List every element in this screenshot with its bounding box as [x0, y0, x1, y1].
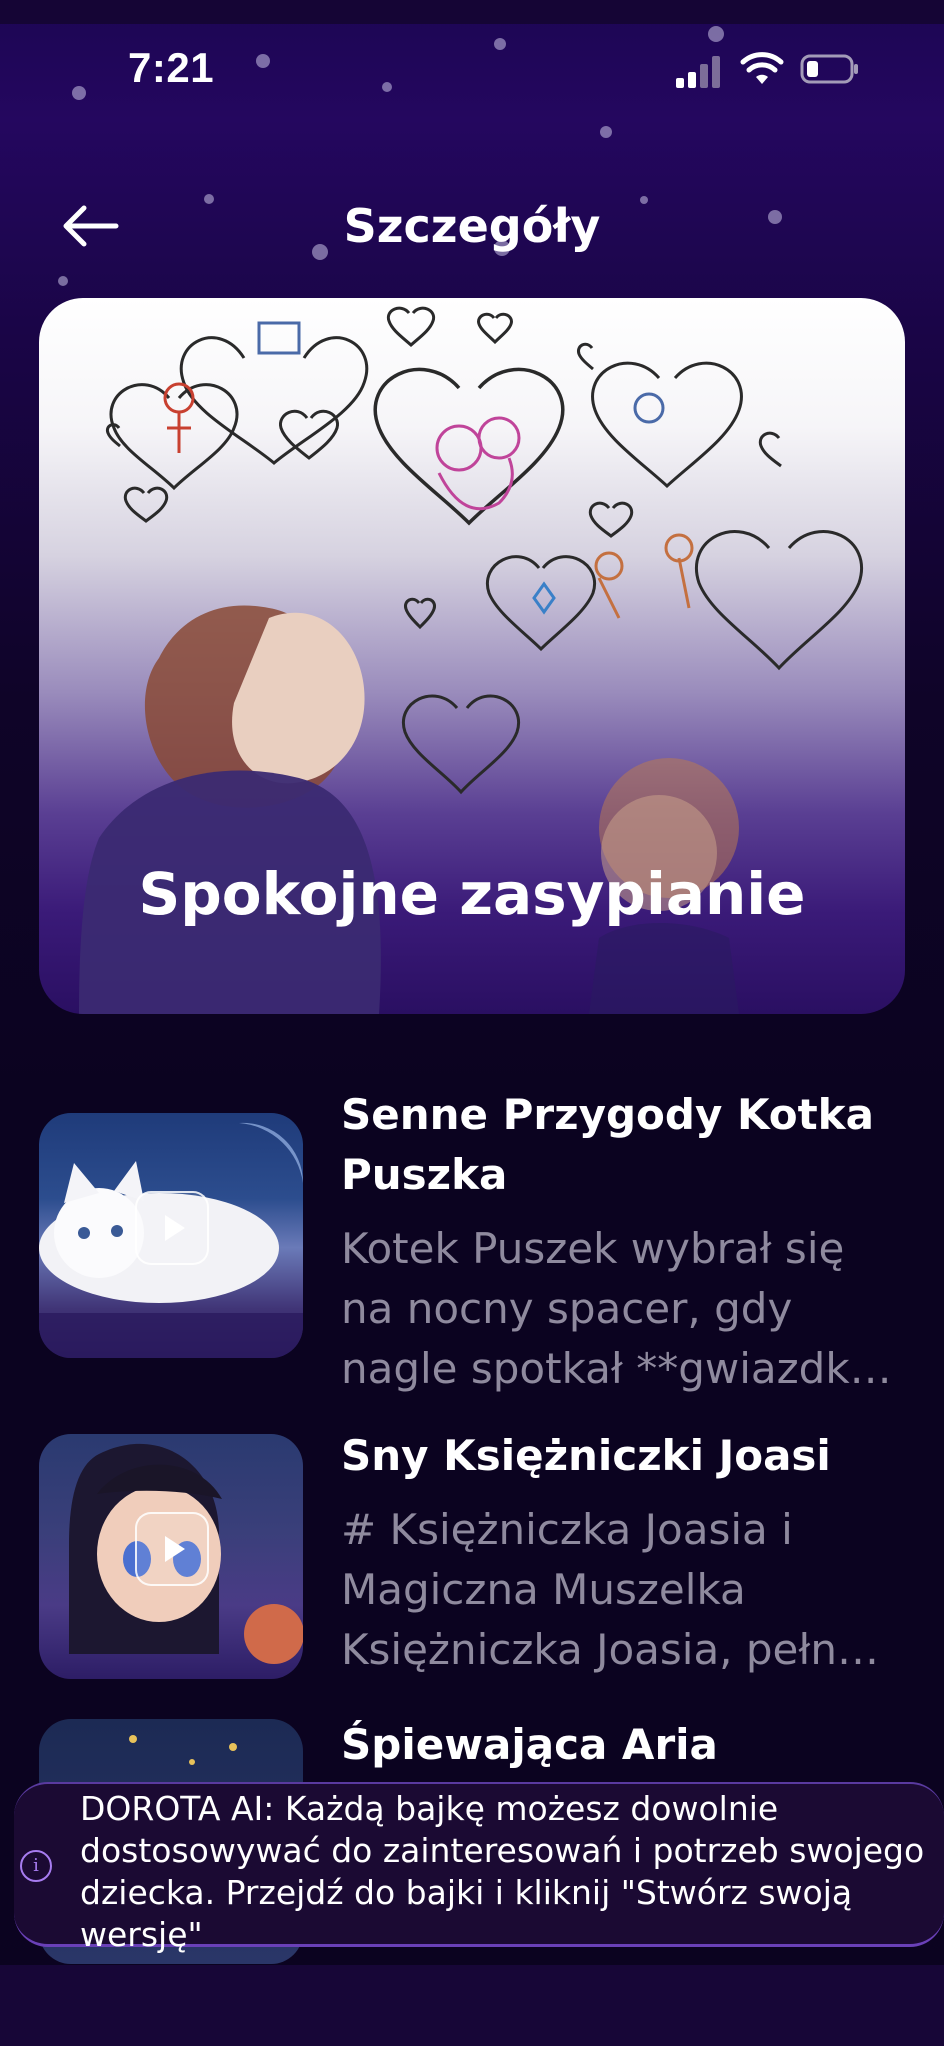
battery-icon — [800, 54, 858, 84]
story-description-text: # Księżniczka Joasia i Magiczna Muszelka… — [341, 1505, 879, 1674]
bottom-strip — [0, 1965, 944, 2046]
story-title: Śpiewająca Aria — [341, 1720, 718, 1769]
sparkle — [229, 1743, 237, 1751]
story-title: Sny Księżniczki Joasi — [341, 1431, 831, 1480]
star — [600, 126, 612, 138]
screen: 7:21 Szczegóły Spokojne zasypianie Senne… — [0, 0, 944, 2046]
story-description-text: Kotek Puszek wybrał się na nocny spacer,… — [341, 1224, 892, 1393]
hero-card: Spokojne zasypianie — [39, 298, 905, 1014]
story-thumbnail — [39, 1434, 303, 1679]
top-strip — [0, 0, 944, 24]
star — [58, 276, 68, 286]
story-title: Senne Przygody Kotka Puszka — [341, 1090, 874, 1199]
cellular-signal-icon — [676, 56, 724, 88]
story-item[interactable]: Sny Księżniczki Joasi # Księżniczka Joas… — [39, 1426, 905, 1716]
page-title: Szczegóły — [343, 199, 601, 253]
info-toast-text: DOROTA AI: Każdą bajkę możesz dowolnie d… — [80, 1789, 925, 1954]
sparkle — [189, 1759, 195, 1765]
play-icon[interactable] — [135, 1191, 209, 1265]
story-description: Kotek Puszek wybrał się na nocny spacer,… — [341, 1219, 901, 1399]
status-time: 7:21 — [128, 44, 215, 91]
story-thumbnail — [39, 1113, 303, 1358]
status-bar: 7:21 — [0, 40, 944, 100]
sparkle — [129, 1735, 137, 1743]
info-icon: i — [20, 1850, 52, 1882]
play-icon[interactable] — [135, 1512, 209, 1586]
story-description: # Księżniczka Joasia i Magiczna Muszelka… — [341, 1500, 901, 1680]
story-item[interactable]: Senne Przygody Kotka Puszka Kotek Puszek… — [39, 1085, 905, 1405]
hero-title: Spokojne zasypianie — [138, 860, 806, 928]
wifi-icon — [740, 52, 784, 84]
info-toast[interactable]: i DOROTA AI: Każdą bajkę możesz dowolnie… — [14, 1782, 944, 1954]
